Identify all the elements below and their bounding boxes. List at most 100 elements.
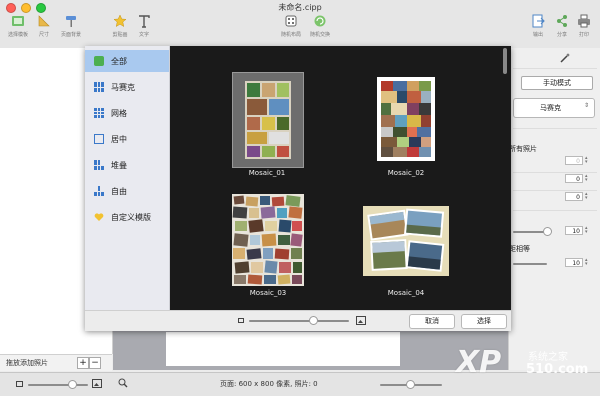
toolbar-label: 页面背景: [60, 32, 81, 38]
preview-size-slider[interactable]: [249, 320, 349, 322]
template-thumbnail: [381, 81, 431, 157]
add-photo-button[interactable]: +: [77, 357, 89, 369]
toolbar-label: 输出: [532, 32, 543, 38]
printer-icon: [578, 14, 590, 28]
category-stack[interactable]: 堆叠: [85, 154, 169, 176]
cancel-button[interactable]: 取消: [409, 314, 455, 329]
category-label: 自定义模版: [111, 212, 151, 222]
page-background-button[interactable]: 页面背景: [53, 14, 89, 38]
stepper-field[interactable]: 10: [565, 258, 583, 267]
watermark-brand: XP: [456, 345, 502, 380]
watermark-logo: XP 系统之家 510.com: [452, 343, 600, 389]
all-photos-label: 所有照片: [509, 145, 537, 153]
window-title: 未命名.cipp: [278, 3, 322, 12]
stepper-field[interactable]: 10: [565, 226, 583, 235]
template-label: Mosaic_04: [387, 289, 425, 297]
inspector-divider: [513, 210, 597, 211]
category-grid[interactable]: 网格: [85, 102, 169, 124]
watermark-domain: 510.com: [526, 362, 589, 377]
category-label: 马赛克: [111, 82, 135, 92]
all-icon: [94, 56, 104, 66]
template-mosaic-02[interactable]: [377, 77, 435, 161]
grid-icon: [94, 108, 104, 118]
toolbar-label: 选择模板: [7, 32, 28, 38]
stepper-field[interactable]: 0: [565, 192, 583, 201]
export-icon: [532, 14, 545, 28]
large-preview-icon: [356, 316, 366, 325]
spacing-slider-track[interactable]: [513, 231, 547, 233]
choose-button[interactable]: 选择: [461, 314, 507, 329]
template-icon: [12, 16, 24, 26]
stepper-field[interactable]: 0: [565, 174, 583, 183]
equal-spacing-label: 距相等: [509, 245, 530, 253]
category-mosaic[interactable]: 马赛克: [85, 76, 169, 98]
large-photo-icon: [92, 379, 102, 388]
template-label: Mosaic_02: [387, 169, 425, 177]
category-center[interactable]: 居中: [85, 128, 169, 150]
stepper-arrows-icon[interactable]: ▴ ▾: [585, 156, 590, 165]
mosaic-icon: [94, 82, 104, 92]
category-label: 全部: [111, 56, 127, 66]
inspector-panel: 手动模式 马赛克 ⇕ 所有照片 0 ▴ ▾ 0 ▴ ▾ 0 ▴ ▾ 10 ▴ ▾ 距相等…: [508, 48, 600, 370]
stack-icon: [94, 160, 104, 170]
template-thumbnail: [245, 81, 291, 159]
sheet-footer: 取消 选择: [85, 310, 511, 331]
toolbar: 选择模板 尺寸 页面背景 剪贴画 文字 随机布局 随机交换 输出 分享 打印: [0, 14, 600, 49]
template-sheet: 全部 马赛克 网格 居中 堆叠 自由 自定义模版 Mosaic_01 Mosai…: [85, 46, 511, 331]
template-thumbnail: [367, 208, 445, 272]
category-all[interactable]: 全部: [85, 50, 169, 72]
preview-size-knob[interactable]: [309, 316, 318, 325]
small-preview-icon: [238, 318, 244, 323]
category-label: 网格: [111, 108, 127, 118]
template-mosaic-03[interactable]: [232, 194, 304, 286]
zoom-icon[interactable]: [118, 378, 128, 388]
heart-icon: [94, 213, 104, 221]
template-grid: Mosaic_01 Mosaic_02 Mosaic_03 Mosaic_04: [170, 46, 511, 310]
toolbar-label: 随机交换: [309, 32, 330, 38]
stepper-arrows-icon[interactable]: ▴ ▾: [585, 258, 590, 267]
small-photo-icon: [16, 381, 23, 387]
inspector-divider: [513, 68, 597, 69]
stepper-arrows-icon[interactable]: ▴ ▾: [585, 226, 590, 235]
category-custom[interactable]: 自定义模版: [85, 206, 169, 228]
manual-mode-button[interactable]: 手动模式: [521, 76, 593, 90]
template-label: Mosaic_03: [249, 289, 287, 297]
watermark-site: 系统之家: [528, 352, 568, 363]
toolbar-label: 尺寸: [38, 32, 49, 38]
random-swap-button[interactable]: 随机交换: [302, 14, 338, 38]
category-label: 堆叠: [111, 160, 127, 170]
ruler-triangle-icon: [38, 15, 50, 27]
margin-slider-track[interactable]: [513, 263, 547, 265]
thumbnail-size-knob[interactable]: [68, 380, 77, 389]
template-mosaic-04[interactable]: [363, 206, 449, 276]
toolbar-label: 文字: [138, 32, 149, 38]
select-arrows-icon: ⇕: [584, 102, 590, 109]
layout-select[interactable]: 马赛克 ⇕: [513, 98, 595, 118]
add-photos-bar: 拖放添加照片 + −: [0, 354, 112, 371]
category-free[interactable]: 自由: [85, 180, 169, 202]
template-mosaic-01[interactable]: [232, 72, 304, 168]
scrollbar[interactable]: [503, 48, 507, 74]
category-label: 自由: [111, 186, 127, 196]
remove-photo-button[interactable]: −: [89, 357, 101, 369]
center-icon: [94, 134, 104, 144]
template-label: Mosaic_01: [248, 169, 286, 177]
stepper-arrows-icon[interactable]: ▴ ▾: [585, 192, 590, 201]
text-icon: [139, 15, 150, 28]
layout-select-value: 马赛克: [540, 104, 561, 112]
print-button[interactable]: 打印: [566, 14, 600, 38]
spacing-slider-knob[interactable]: [543, 227, 552, 236]
category-label: 居中: [111, 134, 127, 144]
toolbar-label: 打印: [578, 32, 589, 38]
zoom-slider-knob[interactable]: [406, 380, 415, 389]
add-photos-label: 拖放添加照片: [6, 359, 48, 367]
title-bar: 未命名.cipp: [0, 0, 600, 14]
page-info: 页面: 600 x 800 像素, 照片: 0: [220, 380, 318, 388]
dice-icon: [285, 15, 297, 27]
thumbnail-size-slider[interactable]: [28, 384, 88, 386]
stepper-arrows-icon[interactable]: ▴ ▾: [585, 174, 590, 183]
magic-wand-icon[interactable]: [559, 52, 571, 64]
stepper-field[interactable]: 0: [565, 156, 583, 165]
canvas-page[interactable]: [166, 332, 400, 366]
text-button[interactable]: 文字: [126, 14, 162, 38]
